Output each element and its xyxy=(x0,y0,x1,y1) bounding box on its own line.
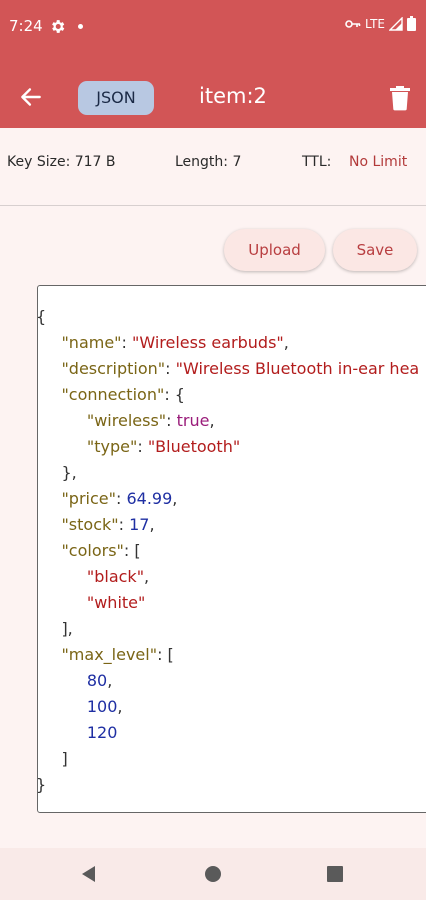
code-token: : xyxy=(166,411,177,430)
code-token: "type" xyxy=(86,437,138,456)
code-line: "colors": [ xyxy=(38,538,419,564)
code-token: "Wireless earbuds" xyxy=(132,333,284,352)
code-line: "description": "Wireless Bluetooth in-ea… xyxy=(38,356,420,382)
code-token: "colors" xyxy=(61,541,124,560)
code-token: : [ xyxy=(123,541,141,560)
code-line: }, xyxy=(38,460,419,486)
code-token: , xyxy=(172,489,178,508)
save-button[interactable]: Save xyxy=(333,229,417,271)
key-name-title: item:2 xyxy=(199,84,267,108)
code-token: } xyxy=(37,775,47,794)
editor-gutter xyxy=(0,285,37,813)
code-token: 17 xyxy=(129,515,150,534)
signal-icon xyxy=(389,16,403,31)
code-token: : { xyxy=(164,385,185,404)
key-size-label: Key Size: 717 B xyxy=(7,154,116,170)
code-line: ], xyxy=(38,616,419,642)
key-type-badge: JSON xyxy=(78,81,154,115)
status-time: 7:24 xyxy=(9,17,43,35)
nav-back-icon[interactable] xyxy=(77,862,101,886)
code-token: , xyxy=(144,567,150,586)
json-code[interactable]: { "name": "Wireless earbuds", "descripti… xyxy=(37,304,420,798)
notification-dot-icon xyxy=(78,24,83,29)
code-line: "white" xyxy=(38,590,419,616)
battery-icon xyxy=(407,16,416,31)
code-token: : xyxy=(165,359,176,378)
code-line: "name": "Wireless earbuds", xyxy=(38,330,419,356)
code-token: "description" xyxy=(61,359,166,378)
code-token: : xyxy=(115,489,127,508)
code-token: "connection" xyxy=(61,385,165,404)
code-token: "stock" xyxy=(61,515,119,534)
code-line: 100, xyxy=(38,694,419,720)
nav-recents-icon[interactable] xyxy=(323,862,347,886)
network-type: LTE xyxy=(365,16,385,31)
code-token: , xyxy=(107,671,113,690)
code-token: : xyxy=(137,437,148,456)
code-token: , xyxy=(117,697,123,716)
system-nav-bar xyxy=(0,848,426,900)
code-token: 80 xyxy=(86,671,108,690)
code-line: ] xyxy=(38,746,419,772)
settings-gear-icon xyxy=(52,20,65,33)
code-line: "max_level": [ xyxy=(38,642,419,668)
key-info-row: Key Size: 717 B Length: 7 TTL: No Limit xyxy=(0,128,426,206)
code-token: : [ xyxy=(157,645,174,664)
nav-home-icon[interactable] xyxy=(201,862,225,886)
code-token: , xyxy=(283,333,289,352)
code-token: true xyxy=(176,411,210,430)
code-token: : xyxy=(118,515,130,534)
json-editor[interactable]: { "name": "Wireless earbuds", "descripti… xyxy=(37,285,426,813)
code-token: "wireless" xyxy=(86,411,167,430)
code-token: ] xyxy=(61,749,68,768)
length-label: Length: 7 xyxy=(175,154,242,170)
vpn-key-icon xyxy=(345,19,361,28)
code-token: 100 xyxy=(86,697,118,716)
code-line: { xyxy=(37,304,419,330)
code-token: 120 xyxy=(86,723,118,742)
upload-button[interactable]: Upload xyxy=(224,229,325,271)
code-token: "Bluetooth" xyxy=(147,437,241,456)
code-line: "wireless": true, xyxy=(38,408,419,434)
code-token: "black" xyxy=(86,567,145,586)
code-line: 120 xyxy=(38,720,419,746)
code-line: } xyxy=(37,772,419,798)
code-token: { xyxy=(37,307,47,326)
code-line: "connection": { xyxy=(38,382,419,408)
app-bar: JSON item:2 xyxy=(0,54,426,128)
code-line: "type": "Bluetooth" xyxy=(38,434,419,460)
code-token: : xyxy=(121,333,133,352)
status-right-icons: LTE xyxy=(345,16,416,31)
delete-trash-icon[interactable] xyxy=(388,85,412,111)
code-token: ], xyxy=(61,619,73,638)
code-token: "max_level" xyxy=(61,645,158,664)
code-token: "name" xyxy=(61,333,122,352)
code-token: }, xyxy=(61,463,77,482)
back-arrow-icon[interactable] xyxy=(18,84,44,110)
ttl-label: TTL: xyxy=(302,154,332,170)
code-token: 64.99 xyxy=(126,489,173,508)
code-line: 80, xyxy=(38,668,419,694)
code-token: "price" xyxy=(61,489,116,508)
status-bar: 7:24 LTE xyxy=(0,0,426,54)
code-line: "price": 64.99, xyxy=(38,486,419,512)
action-bar: Upload Save xyxy=(0,207,426,285)
code-line: "black", xyxy=(38,564,419,590)
code-token: "Wireless Bluetooth in-ear hea xyxy=(175,359,420,378)
ttl-value-link[interactable]: No Limit xyxy=(349,154,407,170)
code-token: , xyxy=(209,411,215,430)
code-token: , xyxy=(149,515,155,534)
code-line: "stock": 17, xyxy=(38,512,419,538)
code-token: "white" xyxy=(86,593,146,612)
